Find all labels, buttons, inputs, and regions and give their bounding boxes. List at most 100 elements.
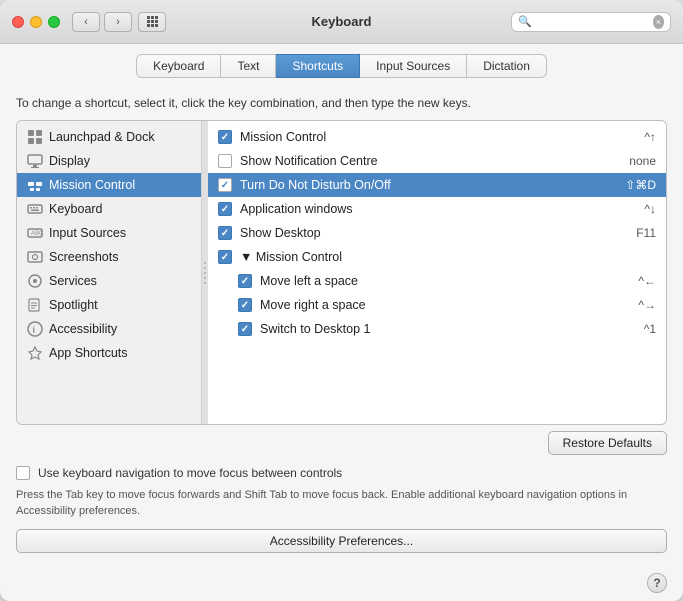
sidebar-label-services: Services: [49, 274, 97, 288]
checkbox-move-right[interactable]: [238, 298, 252, 312]
checkbox-mission-control[interactable]: [218, 130, 232, 144]
restore-defaults-button[interactable]: Restore Defaults: [548, 431, 667, 455]
shortcut-row-show-notification[interactable]: Show Notification Centre none: [208, 149, 666, 173]
svg-text:ABC: ABC: [31, 231, 43, 237]
close-button[interactable]: [12, 16, 24, 28]
checkbox-mc-sub[interactable]: [218, 250, 232, 264]
maximize-button[interactable]: [48, 16, 60, 28]
sidebar: Launchpad & Dock Display Mission Control: [17, 121, 202, 424]
shortcut-row-switch-desktop[interactable]: Switch to Desktop 1 ^1: [208, 317, 666, 341]
sidebar-label-input-sources: Input Sources: [49, 226, 126, 240]
keyboard-nav-label: Use keyboard navigation to move focus be…: [38, 465, 342, 482]
checkbox-switch-desktop[interactable]: [238, 322, 252, 336]
bottom-area: Restore Defaults: [16, 431, 667, 455]
tab-keyboard[interactable]: Keyboard: [136, 54, 221, 78]
keyboard-sidebar-icon: [27, 201, 43, 217]
services-icon: [27, 273, 43, 289]
content-area: To change a shortcut, select it, click t…: [0, 86, 683, 565]
shortcut-list: Mission Control ^↑ Show Notification Cen…: [208, 121, 666, 424]
bottom-bar: ?: [0, 565, 683, 601]
search-input[interactable]: [536, 15, 653, 29]
shortcut-key-do-not-disturb: ⇧⌘D: [625, 178, 656, 192]
traffic-lights: [12, 16, 60, 28]
app-shortcuts-icon: [27, 345, 43, 361]
sidebar-item-launchpad[interactable]: Launchpad & Dock: [17, 125, 201, 149]
shortcut-name-show-desktop: Show Desktop: [240, 226, 628, 240]
sidebar-item-app-shortcuts[interactable]: App Shortcuts: [17, 341, 201, 365]
search-icon: 🔍: [518, 15, 532, 28]
tabs-bar: Keyboard Text Shortcuts Input Sources Di…: [0, 44, 683, 86]
sidebar-item-mission-control[interactable]: Mission Control: [17, 173, 201, 197]
sidebar-item-services[interactable]: Services: [17, 269, 201, 293]
shortcut-key-move-left: ^←: [638, 274, 656, 288]
keyboard-preferences-window: ‹ › Keyboard 🔍 × Keyboard Text Shortcuts…: [0, 0, 683, 601]
shortcut-key-show-notification: none: [629, 154, 656, 168]
shortcut-key-show-desktop: F11: [636, 226, 656, 240]
back-button[interactable]: ‹: [72, 12, 100, 32]
sidebar-item-accessibility[interactable]: i Accessibility: [17, 317, 201, 341]
shortcut-key-mission-control: ^↑: [644, 130, 656, 144]
keyboard-nav-hint: Press the Tab key to move focus forwards…: [16, 488, 667, 519]
keyboard-nav-area: Use keyboard navigation to move focus be…: [16, 455, 667, 525]
checkbox-move-left[interactable]: [238, 274, 252, 288]
shortcut-row-move-left[interactable]: Move left a space ^←: [208, 269, 666, 293]
grid-button[interactable]: [138, 12, 166, 32]
input-sources-icon: ABC: [27, 225, 43, 241]
titlebar: ‹ › Keyboard 🔍 ×: [0, 0, 683, 44]
accessibility-preferences-button[interactable]: Accessibility Preferences...: [16, 529, 667, 553]
shortcut-row-mission-control[interactable]: Mission Control ^↑: [208, 125, 666, 149]
sidebar-label-keyboard: Keyboard: [49, 202, 103, 216]
mission-control-icon: [27, 177, 43, 193]
shortcut-row-do-not-disturb[interactable]: Turn Do Not Disturb On/Off ⇧⌘D: [208, 173, 666, 197]
sidebar-item-screenshots[interactable]: Screenshots: [17, 245, 201, 269]
checkbox-show-desktop[interactable]: [218, 226, 232, 240]
launchpad-icon: [27, 129, 43, 145]
shortcut-key-app-windows: ^↓: [644, 202, 656, 216]
sidebar-label-app-shortcuts: App Shortcuts: [49, 346, 128, 360]
display-icon: [27, 153, 43, 169]
tab-input-sources[interactable]: Input Sources: [360, 54, 467, 78]
screenshots-icon: [27, 249, 43, 265]
shortcut-name-switch-desktop: Switch to Desktop 1: [260, 322, 636, 336]
spotlight-icon: [27, 297, 43, 313]
shortcut-name-show-notification: Show Notification Centre: [240, 154, 621, 168]
sidebar-item-spotlight[interactable]: Spotlight: [17, 293, 201, 317]
sidebar-label-launchpad: Launchpad & Dock: [49, 130, 155, 144]
checkbox-show-notification[interactable]: [218, 154, 232, 168]
sidebar-item-input-sources[interactable]: ABC Input Sources: [17, 221, 201, 245]
svg-text:i: i: [33, 325, 36, 335]
shortcut-name-move-right: Move right a space: [260, 298, 630, 312]
sidebar-item-keyboard[interactable]: Keyboard: [17, 197, 201, 221]
shortcut-row-mc-sub[interactable]: ▼ Mission Control: [208, 245, 666, 269]
tab-dictation[interactable]: Dictation: [467, 54, 547, 78]
shortcut-name-do-not-disturb: Turn Do Not Disturb On/Off: [240, 178, 617, 192]
minimize-button[interactable]: [30, 16, 42, 28]
shortcut-row-show-desktop[interactable]: Show Desktop F11: [208, 221, 666, 245]
shortcut-name-move-left: Move left a space: [260, 274, 630, 288]
window-title: Keyboard: [312, 14, 372, 29]
tab-shortcuts[interactable]: Shortcuts: [276, 54, 360, 78]
sidebar-label-mission-control: Mission Control: [49, 178, 135, 192]
sidebar-label-display: Display: [49, 154, 90, 168]
checkbox-do-not-disturb[interactable]: [218, 178, 232, 192]
sidebar-label-accessibility: Accessibility: [49, 322, 117, 336]
main-panel: Launchpad & Dock Display Mission Control: [16, 120, 667, 425]
shortcut-row-move-right[interactable]: Move right a space ^→: [208, 293, 666, 317]
grid-icon: [147, 16, 158, 27]
help-button[interactable]: ?: [647, 573, 667, 593]
nav-buttons: ‹ ›: [72, 12, 132, 32]
checkbox-app-windows[interactable]: [218, 202, 232, 216]
keyboard-nav-checkbox[interactable]: [16, 466, 30, 480]
keyboard-nav-row: Use keyboard navigation to move focus be…: [16, 465, 667, 482]
shortcut-key-move-right: ^→: [638, 298, 656, 312]
sidebar-label-screenshots: Screenshots: [49, 250, 118, 264]
search-box[interactable]: 🔍 ×: [511, 12, 671, 32]
shortcut-row-app-windows[interactable]: Application windows ^↓: [208, 197, 666, 221]
sidebar-item-display[interactable]: Display: [17, 149, 201, 173]
forward-button[interactable]: ›: [104, 12, 132, 32]
hint-text: To change a shortcut, select it, click t…: [16, 96, 667, 110]
tab-text[interactable]: Text: [221, 54, 276, 78]
shortcut-name-app-windows: Application windows: [240, 202, 636, 216]
search-clear-button[interactable]: ×: [653, 15, 664, 29]
shortcut-key-switch-desktop: ^1: [644, 322, 656, 336]
